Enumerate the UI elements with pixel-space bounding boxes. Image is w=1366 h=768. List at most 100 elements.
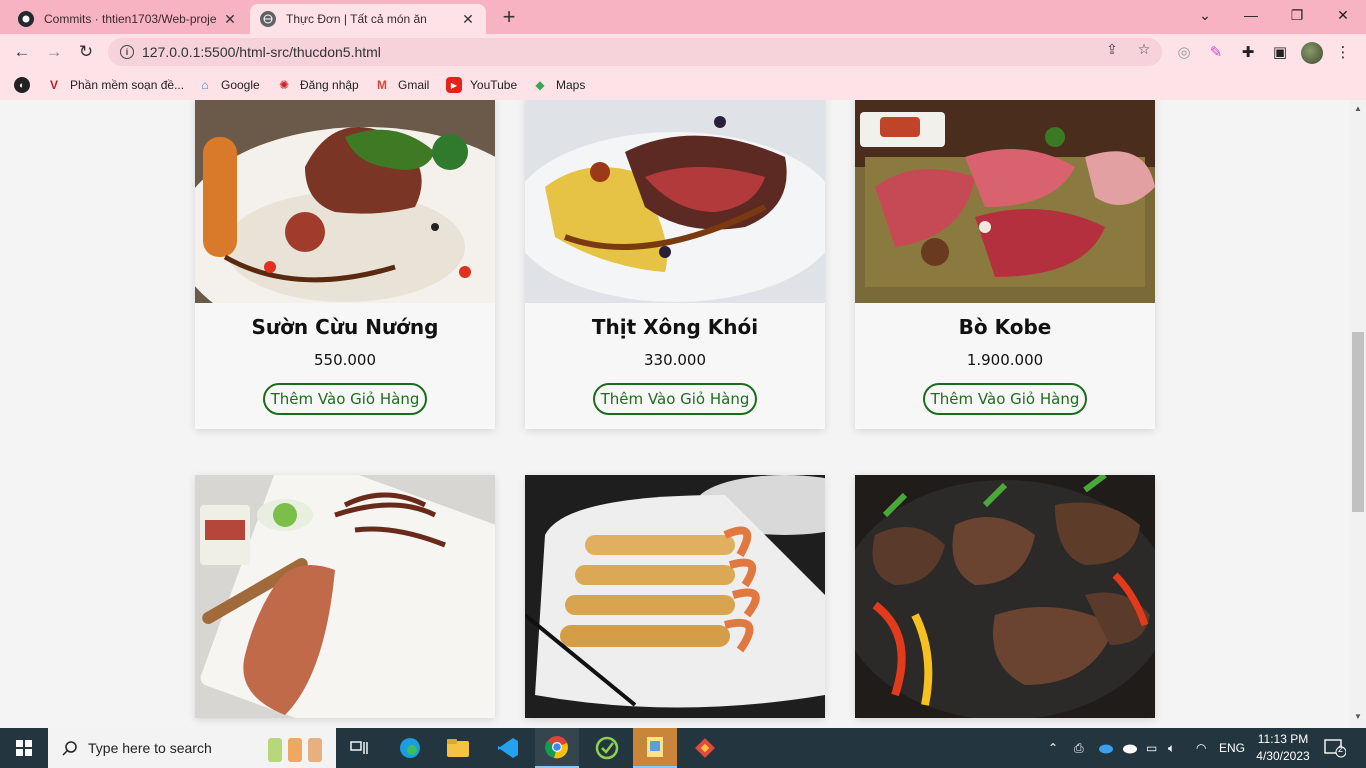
profile-avatar[interactable] — [1301, 42, 1323, 64]
bookmark-item[interactable]: M Gmail — [374, 76, 429, 94]
tray-device-icon[interactable]: ⎙ — [1074, 728, 1084, 768]
edge-icon — [400, 738, 420, 758]
document-app-icon — [647, 737, 663, 757]
windows-logo-icon — [16, 740, 32, 756]
folder-icon — [447, 739, 469, 757]
bookmarks-apps-icon[interactable]: ◐ — [14, 76, 38, 94]
bookmark-label: Maps — [556, 78, 586, 92]
dish-name: Bò Kobe — [958, 315, 1052, 339]
globe-icon: ◐ — [14, 77, 30, 93]
page-scrollbar[interactable]: ▲ ▼ — [1350, 100, 1366, 728]
add-to-cart-button[interactable]: Thêm Vào Giỏ Hàng — [922, 383, 1088, 415]
page-viewport: Sườn Cừu Nướng 550.000 Thêm Vào Giỏ Hàng… — [0, 100, 1350, 728]
github-icon — [18, 11, 34, 27]
battery-icon[interactable]: ▭ — [1146, 728, 1157, 768]
menu-card — [525, 475, 825, 718]
search-icon — [62, 741, 77, 756]
forward-button[interactable]: → — [42, 40, 66, 64]
close-window-button[interactable]: ✕ — [1320, 0, 1366, 30]
extensions-puzzle-icon[interactable]: ✚ — [1239, 43, 1257, 61]
dish-name: Sườn Cừu Nướng — [251, 315, 439, 339]
bookmark-item[interactable]: ▶ YouTube — [446, 76, 517, 94]
task-view-button[interactable] — [338, 728, 382, 768]
menu-card: Thịt Xông Khói 330.000 Thêm Vào Giỏ Hàng — [525, 100, 825, 429]
clock-time: 11:13 PM — [1257, 732, 1309, 746]
bookmark-label: Phần mềm soạn đề... — [70, 78, 185, 92]
dish-price: 550.000 — [313, 351, 377, 369]
reload-button[interactable]: ↻ — [74, 40, 98, 64]
youtube-icon: ▶ — [446, 77, 462, 93]
food-photo-smoked-beef — [525, 100, 825, 303]
volume-icon[interactable]: 🔈︎ — [1168, 728, 1175, 768]
start-button[interactable] — [0, 728, 48, 768]
close-tab-icon[interactable]: ✕ — [460, 11, 476, 27]
restore-button[interactable]: ❐ — [1274, 0, 1320, 30]
taskbar-app-sticky[interactable] — [633, 728, 677, 768]
language-indicator[interactable]: ENG — [1219, 728, 1245, 768]
bubble-tea-search-highlight-icon — [268, 738, 322, 762]
minimize-button[interactable]: — — [1228, 0, 1274, 30]
chrome-icon — [545, 736, 568, 759]
address-bar[interactable]: i 127.0.0.1:5500/html-src/thucdon5.html — [108, 38, 1162, 66]
tab-menu-page[interactable]: Thực Đơn | Tất cả món ăn ✕ — [250, 4, 486, 34]
taskbar-edge[interactable] — [388, 728, 432, 768]
menu-card — [855, 475, 1155, 718]
tab-search-chevron-icon[interactable]: ⌄ — [1182, 0, 1228, 30]
taskbar-app-green[interactable] — [585, 728, 629, 768]
bookmark-item[interactable]: ⌂ Google — [197, 76, 260, 94]
notification-center-button[interactable]: 2 — [1324, 728, 1346, 768]
scroll-down-icon[interactable]: ▼ — [1354, 712, 1362, 721]
tab-title: Commits · thtien1703/Web-proje — [44, 12, 217, 26]
share-icon[interactable]: ⇪ — [1104, 41, 1120, 57]
windows-taskbar: Type here to search ⌃ ⎙ ▭ 🔈︎ ◠ ENG 11:13… — [0, 728, 1366, 768]
color-picker-extension-icon[interactable]: ✎ — [1207, 43, 1225, 61]
bookmarks-bar: ◐ V Phần mềm soạn đề... ⌂ Google ✺ Đăng … — [0, 70, 1366, 100]
bookmark-label: Gmail — [398, 78, 430, 92]
browser-toolbar: ← → ↻ i 127.0.0.1:5500/html-src/thucdon5… — [0, 34, 1366, 70]
maps-icon: ◆ — [535, 78, 545, 92]
close-tab-icon[interactable]: ✕ — [222, 11, 238, 27]
search-placeholder: Type here to search — [88, 740, 212, 756]
taskbar-file-explorer[interactable] — [436, 728, 480, 768]
menu-card: Bò Kobe 1.900.000 Thêm Vào Giỏ Hàng — [855, 100, 1155, 429]
dish-price: 1.900.000 — [966, 351, 1044, 369]
notification-count: 2 — [1338, 744, 1344, 754]
v-icon: V — [49, 78, 58, 92]
bookmark-item[interactable]: ◆ Maps — [532, 76, 585, 94]
tray-chevron-icon[interactable]: ⌃ — [1048, 728, 1058, 768]
google-icon: ⌂ — [201, 78, 209, 92]
food-photo-kobe-platter — [855, 100, 1155, 303]
login-icon: ✺ — [278, 78, 290, 92]
bookmark-label: Google — [221, 78, 260, 92]
wifi-icon[interactable]: ◠ — [1196, 728, 1206, 768]
back-button[interactable]: ← — [10, 40, 34, 64]
onedrive-icon[interactable] — [1096, 728, 1114, 768]
gmail-icon: M — [377, 78, 387, 92]
bookmark-label: Đăng nhập — [300, 78, 359, 92]
add-to-cart-button[interactable]: Thêm Vào Giỏ Hàng — [262, 383, 428, 415]
menu-card — [195, 475, 495, 718]
bookmark-item[interactable]: V Phần mềm soạn đề... — [46, 76, 184, 94]
tab-github-commits[interactable]: Commits · thtien1703/Web-proje ✕ — [8, 4, 248, 34]
taskbar-search-box[interactable]: Type here to search — [48, 728, 336, 768]
globe-icon — [260, 11, 276, 27]
side-panel-icon[interactable]: ▣ — [1271, 43, 1289, 61]
compass-extension-icon[interactable]: ◎ — [1175, 43, 1193, 61]
bookmark-item[interactable]: ✺ Đăng nhập — [276, 76, 359, 94]
taskbar-chrome[interactable] — [535, 728, 579, 768]
add-to-cart-button[interactable]: Thêm Vào Giỏ Hàng — [592, 383, 758, 415]
taskbar-clock[interactable]: 11:13 PM 4/30/2023 — [1248, 731, 1318, 765]
tab-strip: Commits · thtien1703/Web-proje ✕ Thực Đơ… — [0, 0, 1366, 34]
dish-name: Thịt Xông Khói — [591, 315, 759, 339]
scroll-up-icon[interactable]: ▲ — [1354, 104, 1362, 113]
clock-date: 4/30/2023 — [1256, 749, 1310, 763]
scrollbar-thumb[interactable] — [1352, 332, 1364, 512]
taskbar-vscode[interactable] — [486, 728, 530, 768]
site-info-icon[interactable]: i — [120, 45, 134, 59]
bookmark-label: YouTube — [470, 78, 518, 92]
taskbar-git-app[interactable] — [683, 728, 727, 768]
new-tab-button[interactable]: + — [498, 6, 520, 29]
onedrive-personal-icon[interactable] — [1120, 728, 1138, 768]
bookmark-star-icon[interactable]: ☆ — [1136, 41, 1152, 57]
kebab-menu-icon[interactable]: ⋮ — [1334, 43, 1352, 61]
